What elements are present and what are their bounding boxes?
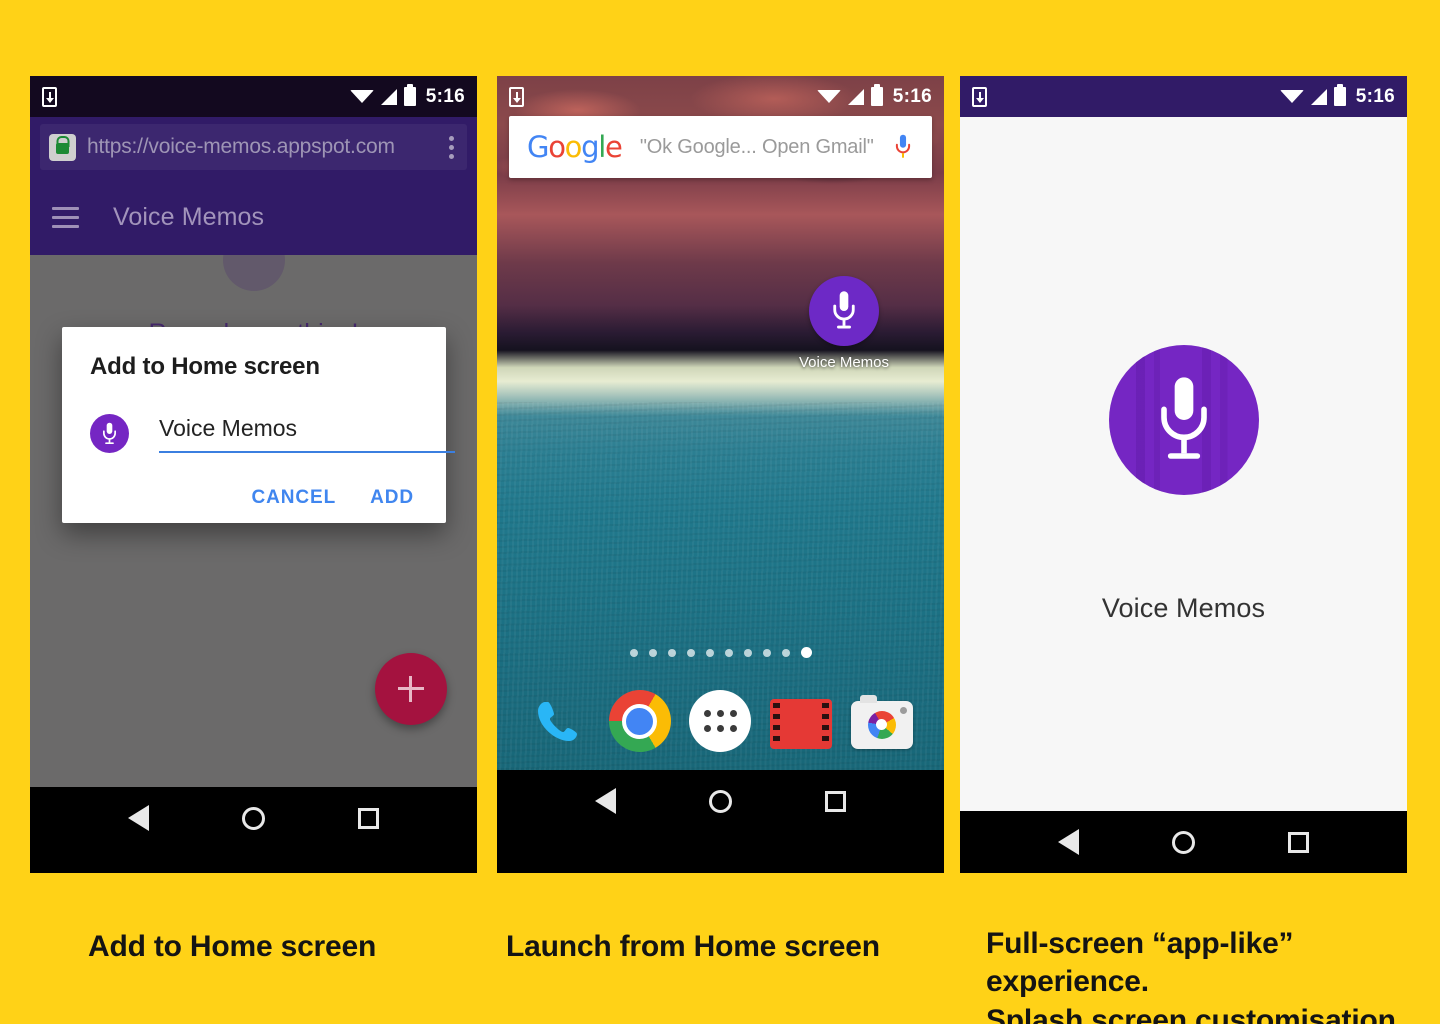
status-bar-clock: 5:16 <box>1355 85 1395 107</box>
chrome-icon[interactable] <box>608 690 671 752</box>
home-circle-icon[interactable] <box>708 789 732 813</box>
back-triangle-icon[interactable] <box>595 788 617 814</box>
status-bar-left <box>42 86 57 107</box>
caption-add-to-home-screen: Add to Home screen <box>88 930 377 963</box>
status-bar-left <box>972 86 987 107</box>
phone-screenshot-splash-screen: 5:16 Voice Memos <box>960 76 1407 873</box>
wifi-icon <box>349 90 374 103</box>
app-bar-title: Voice Memos <box>113 202 265 231</box>
camera-icon[interactable] <box>850 694 913 749</box>
status-bar-right: 5:16 <box>1279 85 1395 108</box>
android-home-screen: 5:16 Google "Ok Google... Open Gmail" Vo… <box>497 76 944 770</box>
home-screen-dock <box>497 690 944 752</box>
status-bar-right: 5:16 <box>816 85 932 108</box>
status-bar: 5:16 <box>30 76 477 117</box>
back-triangle-icon[interactable] <box>128 805 150 831</box>
google-search-widget[interactable]: Google "Ok Google... Open Gmail" <box>509 116 932 178</box>
navigation-bar <box>497 770 944 832</box>
microphone-icon <box>1108 345 1259 495</box>
movies-icon[interactable] <box>770 699 833 749</box>
google-logo: Google <box>527 130 623 164</box>
dialog-title: Add to Home screen <box>90 353 320 380</box>
plus-icon <box>398 676 424 702</box>
caption-launch-from-home-screen: Launch from Home screen <box>506 930 880 963</box>
browser-toolbar: https://voice-memos.appspot.com <box>30 117 477 179</box>
cancel-button[interactable]: CANCEL <box>252 487 337 509</box>
page-dot-active[interactable] <box>800 647 812 658</box>
home-circle-icon[interactable] <box>241 806 265 830</box>
lock-icon <box>49 133 76 161</box>
page-dot[interactable] <box>705 648 714 657</box>
add-button[interactable]: ADD <box>370 487 414 509</box>
address-bar[interactable]: https://voice-memos.appspot.com <box>40 124 467 170</box>
splash-app-name: Voice Memos <box>1101 593 1266 623</box>
shortcut-name-input[interactable] <box>159 414 455 453</box>
page-dot[interactable] <box>648 648 657 657</box>
back-triangle-icon[interactable] <box>1058 829 1080 855</box>
splash-screen: Voice Memos <box>960 117 1407 811</box>
caption-line-2: Splash screen customisation <box>986 1003 1396 1024</box>
navigation-bar <box>960 811 1407 873</box>
page-dot[interactable] <box>667 648 676 657</box>
recents-square-icon[interactable] <box>1287 831 1309 853</box>
recents-square-icon[interactable] <box>357 807 379 829</box>
page-dot[interactable] <box>724 648 733 657</box>
home-page-indicator <box>497 647 944 658</box>
battery-icon <box>870 87 883 106</box>
dialog-actions: CANCEL ADD <box>90 487 418 509</box>
hamburger-icon[interactable] <box>52 206 79 228</box>
status-bar: 5:16 <box>497 76 944 117</box>
dialog-input-row <box>90 414 455 453</box>
address-bar-url: https://voice-memos.appspot.com <box>87 135 395 158</box>
microphone-icon <box>90 414 129 453</box>
caption-line-1: Full-screen “app-like” experience. <box>986 927 1294 999</box>
kebab-menu-icon[interactable] <box>442 135 461 159</box>
status-bar-clock: 5:16 <box>892 85 932 107</box>
signal-icon <box>380 88 397 105</box>
phone-screenshot-home-screen: 5:16 Google "Ok Google... Open Gmail" Vo… <box>497 76 944 873</box>
page-dot[interactable] <box>762 648 771 657</box>
add-recording-fab[interactable] <box>375 653 447 725</box>
wifi-icon <box>1279 90 1304 103</box>
battery-icon <box>1333 87 1346 106</box>
battery-icon <box>403 87 416 106</box>
phone-screenshot-add-to-home: 5:16 https://voice-memos.appspot.com Voi… <box>30 76 477 873</box>
wallpaper-image <box>497 76 944 770</box>
recents-square-icon[interactable] <box>824 790 846 812</box>
status-bar: 5:16 <box>960 76 1407 117</box>
search-hint-text: "Ok Google... Open Gmail" <box>639 135 874 158</box>
page-dot[interactable] <box>686 648 695 657</box>
status-bar-left <box>509 86 524 107</box>
download-icon <box>972 86 987 107</box>
microphone-icon <box>809 276 879 346</box>
app-shortcut-label: Voice Memos <box>798 354 890 371</box>
home-circle-icon[interactable] <box>1171 830 1195 854</box>
status-bar-right: 5:16 <box>349 85 465 108</box>
page-dot[interactable] <box>781 648 790 657</box>
phone-icon[interactable] <box>528 690 590 752</box>
page-dot[interactable] <box>743 648 752 657</box>
app-drawer-icon[interactable] <box>689 690 752 752</box>
page-dot[interactable] <box>629 648 638 657</box>
signal-icon <box>1310 88 1327 105</box>
download-icon <box>509 86 524 107</box>
navigation-bar <box>30 787 477 849</box>
status-bar-clock: 5:16 <box>425 85 465 107</box>
download-icon <box>42 86 57 107</box>
caption-full-screen-experience: Full-screen “app-like” experience. Splas… <box>986 925 1440 1024</box>
wifi-icon <box>816 90 841 103</box>
signal-icon <box>847 88 864 105</box>
page-content: Record something! Add to Home screen CAN <box>30 255 477 787</box>
app-bar: Voice Memos <box>30 179 477 255</box>
microphone-icon[interactable] <box>892 134 914 160</box>
add-to-home-screen-dialog: Add to Home screen CANCEL ADD <box>62 327 455 523</box>
